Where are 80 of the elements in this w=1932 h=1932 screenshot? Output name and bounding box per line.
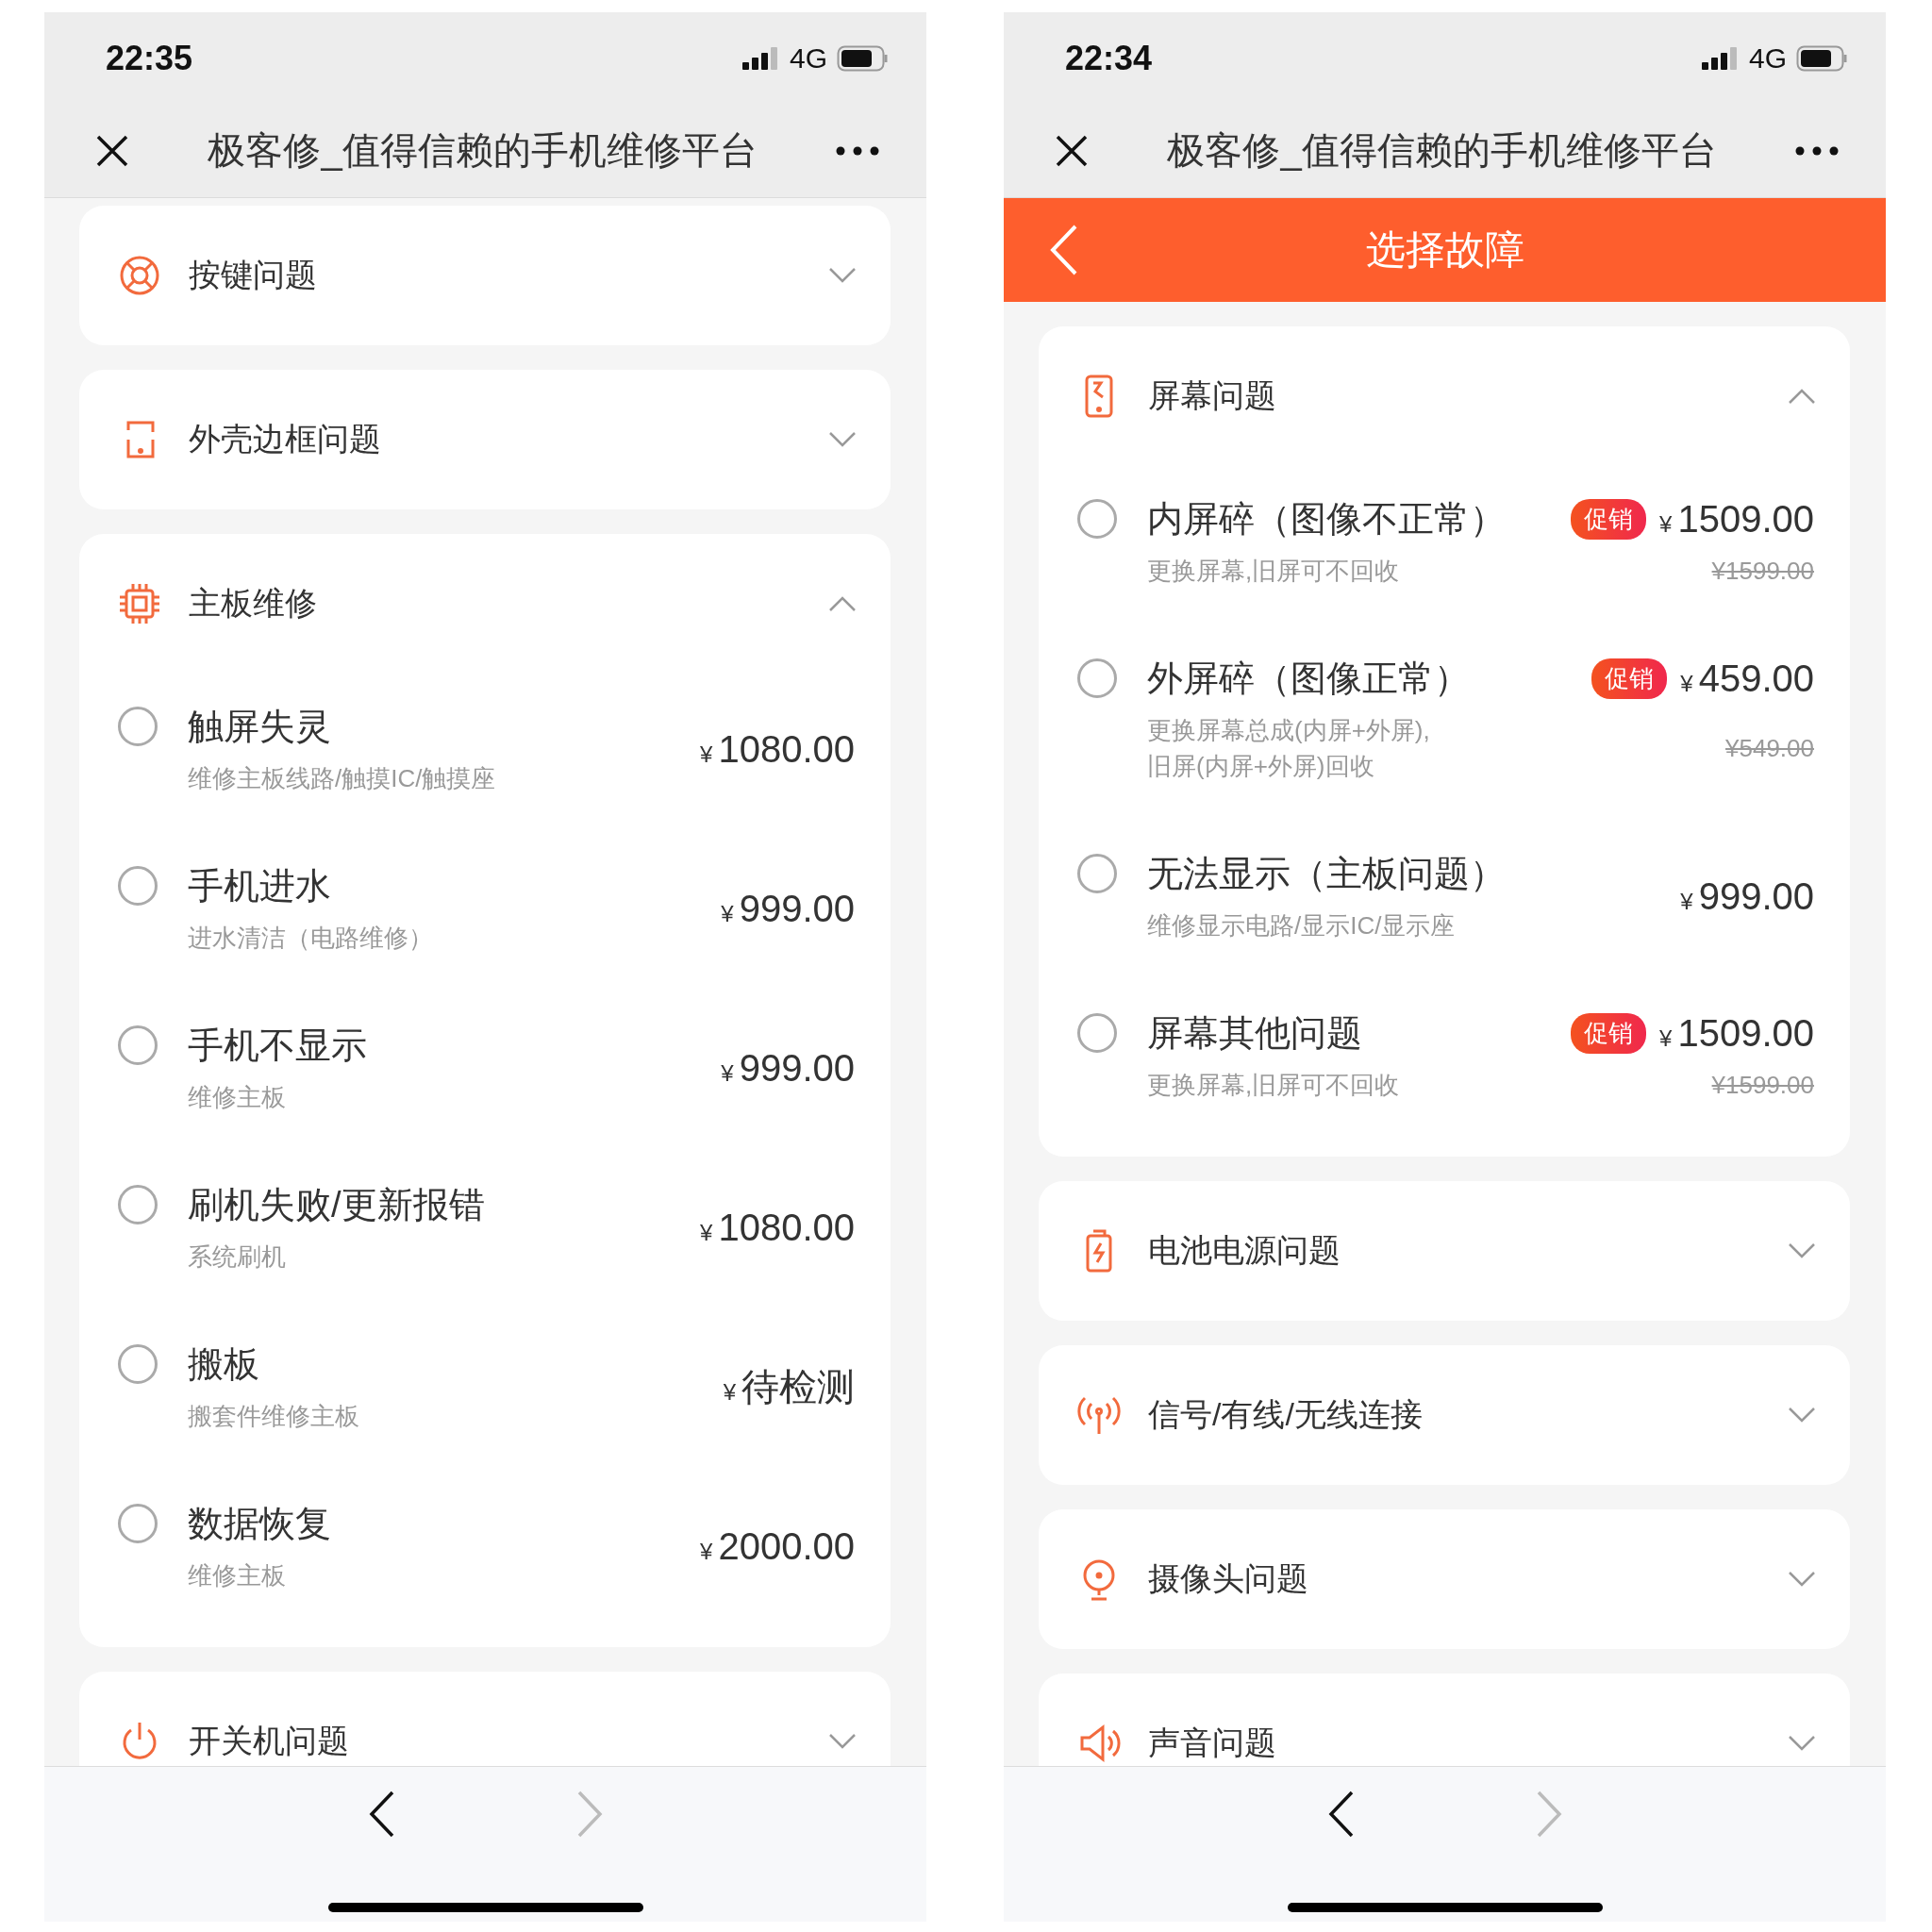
item-description: 维修主板 <box>188 1560 287 1591</box>
original-price: ¥1599.00 <box>1711 1070 1814 1100</box>
radio-button[interactable] <box>1077 854 1117 893</box>
item-title: 数据恢复 <box>188 1503 332 1545</box>
chevron-up-icon[interactable] <box>1788 388 1816 405</box>
original-price: ¥549.00 <box>1725 733 1814 763</box>
promo-badge: 促销 <box>1591 658 1668 699</box>
price: ¥459.00 <box>1680 657 1814 700</box>
chevron-down-icon[interactable] <box>828 1733 857 1750</box>
chevron-down-icon[interactable] <box>1788 1407 1816 1424</box>
network-label: 4G <box>789 42 827 75</box>
signal-icon <box>741 46 780 70</box>
radio-button[interactable] <box>1077 1013 1117 1053</box>
window-title: 极客修_值得信赖的手机维修平台 <box>207 128 758 173</box>
category-label[interactable]: 开关机问题 <box>189 1720 828 1763</box>
page-title: 选择故障 <box>1364 226 1525 274</box>
radio-button[interactable] <box>1077 658 1117 698</box>
radio-button[interactable] <box>118 1025 158 1065</box>
price: ¥1509.00 <box>1659 1011 1814 1055</box>
chevron-down-icon[interactable] <box>1788 1571 1816 1588</box>
price: ¥999.00 <box>1680 874 1814 918</box>
chevron-down-icon[interactable] <box>1788 1735 1816 1752</box>
item-title: 屏幕其他问题 <box>1147 1012 1363 1055</box>
more-icon[interactable] <box>836 145 879 156</box>
item-description: 维修显示电路/显示IC/显示座 <box>1147 910 1457 941</box>
price: ¥1509.00 <box>1659 497 1814 541</box>
price: ¥1080.00 <box>700 1206 855 1249</box>
item-description: 进水清洁（电路维修） <box>188 923 434 954</box>
network-label: 4G <box>1748 42 1787 75</box>
status-time: 22:35 <box>106 38 194 78</box>
category-label[interactable]: 按键问题 <box>189 254 828 297</box>
item-title: 刷机失败/更新报错 <box>188 1184 486 1226</box>
radio-button[interactable] <box>1077 499 1117 539</box>
signal-icon <box>1701 46 1740 70</box>
category-label[interactable]: 摄像头问题 <box>1148 1557 1788 1601</box>
price: ¥2000.00 <box>700 1524 855 1568</box>
close-icon[interactable] <box>95 133 129 168</box>
item-description: 更换屏幕,旧屏可不回收 <box>1147 1070 1401 1101</box>
close-icon[interactable] <box>1055 133 1089 168</box>
radio-button[interactable] <box>118 1344 158 1384</box>
item-title: 无法显示（主板问题） <box>1147 853 1507 895</box>
radio-button[interactable] <box>118 866 158 906</box>
chevron-down-icon[interactable] <box>828 267 857 284</box>
promo-badge: 促销 <box>1571 498 1647 540</box>
battery-icon <box>837 44 890 72</box>
category-label[interactable]: 电池电源问题 <box>1148 1229 1788 1273</box>
item-description: 更换屏幕总成(内屏+外屏),旧屏(内屏+外屏)回收 <box>1147 715 1431 782</box>
radio-button[interactable] <box>118 707 158 746</box>
chevron-up-icon[interactable] <box>828 595 857 612</box>
category-label[interactable]: 信号/有线/无线连接 <box>1148 1393 1788 1437</box>
item-title: 手机不显示 <box>188 1024 368 1067</box>
item-description: 维修主板 <box>188 1082 287 1113</box>
original-price: ¥1599.00 <box>1711 556 1814 586</box>
item-title: 外屏碎（图像正常） <box>1147 658 1471 700</box>
price: ¥待检测 <box>723 1364 855 1409</box>
window-title: 极客修_值得信赖的手机维修平台 <box>1166 128 1718 173</box>
category-label[interactable]: 主板维修 <box>189 582 828 625</box>
category-label[interactable]: 声音问题 <box>1148 1722 1788 1765</box>
item-title: 搬板 <box>188 1343 260 1386</box>
price: ¥999.00 <box>721 887 855 930</box>
radio-button[interactable] <box>118 1504 158 1543</box>
chip-icon <box>117 581 162 626</box>
price: ¥999.00 <box>721 1046 855 1090</box>
item-title: 手机进水 <box>188 865 332 908</box>
category-label[interactable]: 外壳边框问题 <box>189 418 828 461</box>
item-title: 触屏失灵 <box>188 706 332 748</box>
radio-button[interactable] <box>118 1185 158 1224</box>
item-description: 搬套件维修主板 <box>188 1401 360 1432</box>
more-icon[interactable] <box>1795 145 1839 156</box>
chevron-down-icon[interactable] <box>828 431 857 448</box>
item-description: 更换屏幕,旧屏可不回收 <box>1147 556 1401 587</box>
item-description: 系统刷机 <box>188 1241 287 1273</box>
price: ¥1080.00 <box>700 727 855 771</box>
status-time: 22:34 <box>1065 38 1154 78</box>
item-description: 维修主板线路/触摸IC/触摸座 <box>188 763 497 794</box>
item-title: 内屏碎（图像不正常） <box>1147 498 1507 541</box>
category-label[interactable]: 屏幕问题 <box>1148 375 1788 418</box>
chevron-down-icon[interactable] <box>1788 1242 1816 1259</box>
promo-badge: 促销 <box>1571 1012 1647 1054</box>
battery-icon <box>1796 44 1849 72</box>
